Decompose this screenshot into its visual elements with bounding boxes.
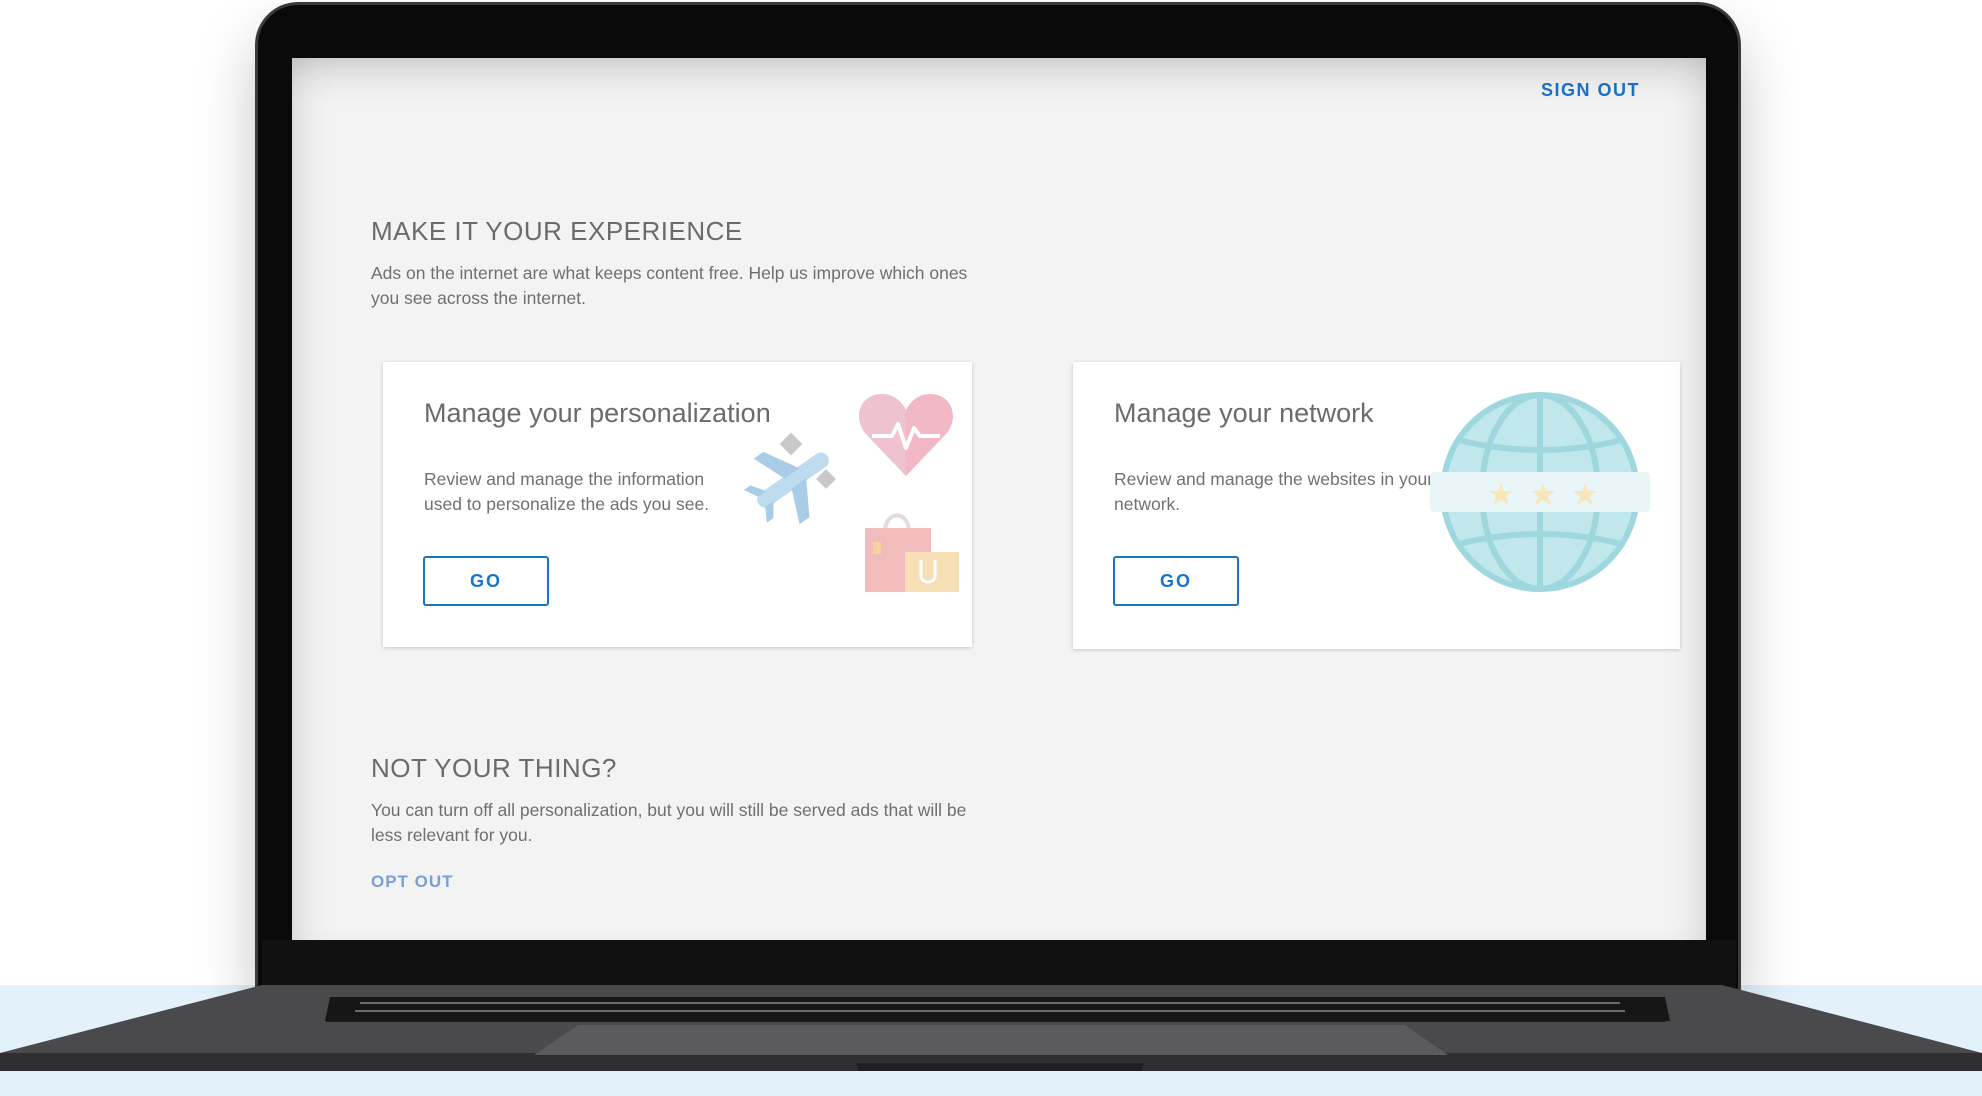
card-title: Manage your network <box>1114 398 1374 428</box>
experience-description: Ads on the internet are what keeps conte… <box>371 263 968 308</box>
opt-out-link[interactable]: OPT OUT <box>371 872 454 892</box>
network-go-button[interactable]: GO <box>1113 556 1239 606</box>
opt-out-description: You can turn off all personalization, bu… <box>371 800 967 845</box>
sign-out-button[interactable]: SIGN OUT <box>1541 80 1640 101</box>
laptop-bezel-bottom <box>262 940 1736 990</box>
desk-surface <box>0 985 1982 1096</box>
heart-pulse-icon <box>859 394 953 476</box>
laptop-screen: SIGN OUT MAKE IT YOUR EXPERIENCE Ads on … <box>292 58 1706 940</box>
star-rating-icon <box>1489 483 1597 505</box>
opt-out-title: NOT YOUR THING? <box>371 753 617 783</box>
personalization-go-button[interactable]: GO <box>423 556 549 606</box>
experience-title: MAKE IT YOUR EXPERIENCE <box>371 216 743 246</box>
card-title: Manage your personalization <box>424 398 771 428</box>
personalization-card: Manage your personalization Review and m… <box>383 362 972 647</box>
card-description: Review and manage the websites in your n… <box>1114 469 1434 514</box>
airplane-icon <box>743 432 836 525</box>
shopping-bags-icon <box>865 513 959 592</box>
card-description: Review and manage the information used t… <box>424 469 710 514</box>
network-card: Manage your network Review and manage th… <box>1073 362 1680 649</box>
